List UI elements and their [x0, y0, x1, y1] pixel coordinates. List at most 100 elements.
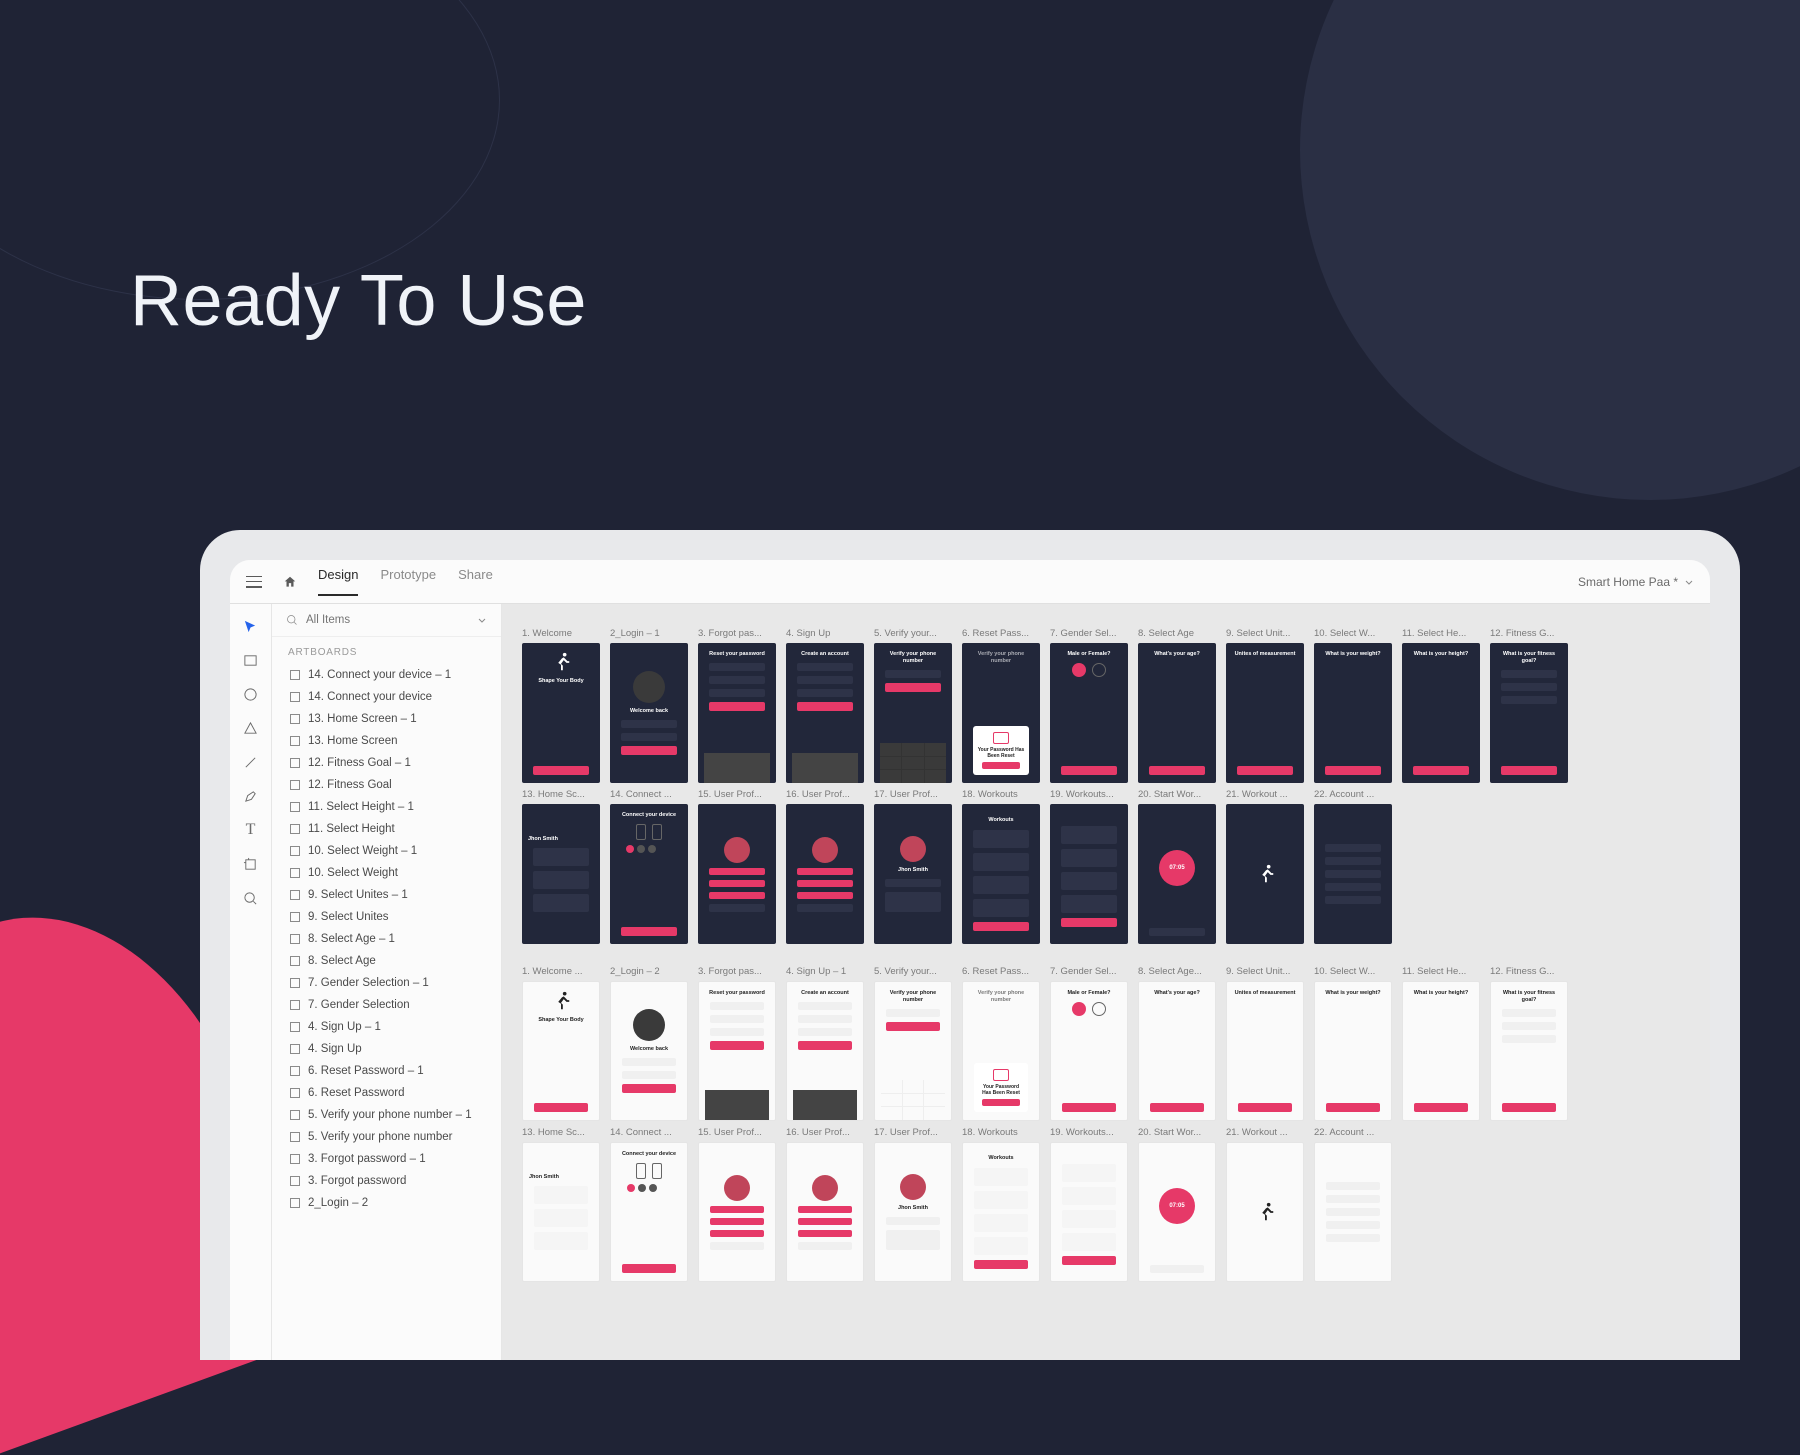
artboard-thumb[interactable]: Connect your device: [610, 804, 688, 944]
artboard-thumb[interactable]: Shape Your Body: [522, 981, 600, 1121]
artboard-layer-item[interactable]: 5. Verify your phone number: [272, 1126, 501, 1148]
artboard-layer-item[interactable]: 4. Sign Up: [272, 1038, 501, 1060]
artboard-thumb[interactable]: Jhon Smith: [522, 804, 600, 944]
artboard-item[interactable]: 9. Select Unit...Unites of measurement: [1226, 628, 1304, 783]
tab-prototype[interactable]: Prototype: [380, 567, 436, 596]
artboard-layer-item[interactable]: 12. Fitness Goal: [272, 774, 501, 796]
artboard-thumb[interactable]: What is your height?: [1402, 643, 1480, 783]
artboard-item[interactable]: 1. WelcomeShape Your Body: [522, 628, 600, 783]
artboard-layer-item[interactable]: 6. Reset Password – 1: [272, 1060, 501, 1082]
artboard-thumb[interactable]: [1050, 804, 1128, 944]
artboard-thumb[interactable]: Reset your password: [698, 981, 776, 1121]
artboard-thumb[interactable]: [1226, 1142, 1304, 1282]
artboard-thumb[interactable]: Male or Female?: [1050, 643, 1128, 783]
artboard-layer-item[interactable]: 7. Gender Selection: [272, 994, 501, 1016]
tab-share[interactable]: Share: [458, 567, 493, 596]
pen-tool-icon[interactable]: [243, 788, 259, 804]
artboard-item[interactable]: 1. Welcome ...Shape Your Body: [522, 966, 600, 1121]
artboard-thumb[interactable]: Verify your phone numberYour Password Ha…: [962, 981, 1040, 1121]
artboard-layer-item[interactable]: 8. Select Age – 1: [272, 928, 501, 950]
artboard-thumb[interactable]: Shape Your Body: [522, 643, 600, 783]
artboard-thumb[interactable]: What is your fitness goal?: [1490, 643, 1568, 783]
artboard-item[interactable]: 7. Gender Sel...Male or Female?: [1050, 628, 1128, 783]
artboard-item[interactable]: 13. Home Sc...Jhon Smith: [522, 789, 600, 944]
artboard-item[interactable]: 15. User Prof...: [698, 1127, 776, 1282]
artboard-layer-item[interactable]: 6. Reset Password: [272, 1082, 501, 1104]
home-icon[interactable]: [282, 575, 298, 589]
artboard-item[interactable]: 3. Forgot pas...Reset your password: [698, 966, 776, 1121]
artboard-item[interactable]: 14. Connect ...Connect your device: [610, 1127, 688, 1282]
artboard-thumb[interactable]: What is your height?: [1402, 981, 1480, 1121]
artboard-tool-icon[interactable]: [243, 856, 259, 872]
artboard-thumb[interactable]: What's your age?: [1138, 643, 1216, 783]
artboard-item[interactable]: 16. User Prof...: [786, 1127, 864, 1282]
layers-search-input[interactable]: [306, 614, 469, 626]
artboard-thumb[interactable]: Unites of measurement: [1226, 981, 1304, 1121]
artboard-layer-item[interactable]: 4. Sign Up – 1: [272, 1016, 501, 1038]
polygon-tool-icon[interactable]: [243, 720, 259, 736]
artboard-item[interactable]: 10. Select W...What is your weight?: [1314, 966, 1392, 1121]
artboard-thumb[interactable]: [698, 1142, 776, 1282]
artboard-item[interactable]: 10. Select W...What is your weight?: [1314, 628, 1392, 783]
artboard-layer-item[interactable]: 10. Select Weight: [272, 862, 501, 884]
artboard-item[interactable]: 22. Account ...: [1314, 1127, 1392, 1282]
artboard-item[interactable]: 18. WorkoutsWorkouts: [962, 1127, 1040, 1282]
artboard-layer-item[interactable]: 12. Fitness Goal – 1: [272, 752, 501, 774]
artboard-layer-item[interactable]: 7. Gender Selection – 1: [272, 972, 501, 994]
artboard-item[interactable]: 22. Account ...: [1314, 789, 1392, 944]
artboard-thumb[interactable]: Verify your phone numberYour Password Ha…: [962, 643, 1040, 783]
artboard-thumb[interactable]: Workouts: [962, 804, 1040, 944]
artboard-layer-item[interactable]: 10. Select Weight – 1: [272, 840, 501, 862]
artboard-item[interactable]: 2_Login – 2Welcome back: [610, 966, 688, 1121]
artboard-layer-item[interactable]: 14. Connect your device – 1: [272, 664, 501, 686]
artboard-thumb[interactable]: What is your fitness goal?: [1490, 981, 1568, 1121]
artboard-thumb[interactable]: Create an account: [786, 981, 864, 1121]
artboard-item[interactable]: 19. Workouts...: [1050, 1127, 1128, 1282]
artboard-thumb[interactable]: Jhon Smith: [522, 1142, 600, 1282]
artboard-layer-item[interactable]: 14. Connect your device: [272, 686, 501, 708]
artboard-item[interactable]: 8. Select Age...What's your age?: [1138, 966, 1216, 1121]
artboard-item[interactable]: 6. Reset Pass...Verify your phone number…: [962, 966, 1040, 1121]
artboard-thumb[interactable]: Welcome back: [610, 981, 688, 1121]
artboard-thumb[interactable]: [786, 804, 864, 944]
artboard-layer-item[interactable]: 11. Select Height: [272, 818, 501, 840]
artboard-layer-item[interactable]: 2_Login – 2: [272, 1192, 501, 1214]
artboard-item[interactable]: 9. Select Unit...Unites of measurement: [1226, 966, 1304, 1121]
artboard-layer-item[interactable]: 13. Home Screen: [272, 730, 501, 752]
artboard-item[interactable]: 12. Fitness G...What is your fitness goa…: [1490, 966, 1568, 1121]
artboard-item[interactable]: 4. Sign Up – 1Create an account: [786, 966, 864, 1121]
rectangle-tool-icon[interactable]: [243, 652, 259, 668]
artboard-item[interactable]: 5. Verify your...Verify your phone numbe…: [874, 628, 952, 783]
artboard-item[interactable]: 8. Select AgeWhat's your age?: [1138, 628, 1216, 783]
artboard-item[interactable]: 17. User Prof...Jhon Smith: [874, 789, 952, 944]
artboard-layer-item[interactable]: 3. Forgot password: [272, 1170, 501, 1192]
artboard-thumb[interactable]: Verify your phone number: [874, 643, 952, 783]
artboard-layer-item[interactable]: 13. Home Screen – 1: [272, 708, 501, 730]
artboard-thumb[interactable]: Welcome back: [610, 643, 688, 783]
artboard-item[interactable]: 7. Gender Sel...Male or Female?: [1050, 966, 1128, 1121]
artboard-item[interactable]: 11. Select He...What is your height?: [1402, 966, 1480, 1121]
artboard-thumb[interactable]: Workouts: [962, 1142, 1040, 1282]
artboard-item[interactable]: 21. Workout ...: [1226, 1127, 1304, 1282]
artboard-item[interactable]: 20. Start Wor...07:05: [1138, 789, 1216, 944]
text-tool-icon[interactable]: T: [243, 822, 259, 838]
artboard-thumb[interactable]: [1314, 804, 1392, 944]
artboard-thumb[interactable]: Unites of measurement: [1226, 643, 1304, 783]
line-tool-icon[interactable]: [243, 754, 259, 770]
document-title[interactable]: Smart Home Paa *: [1578, 575, 1694, 589]
artboard-thumb[interactable]: [786, 1142, 864, 1282]
canvas[interactable]: 1. WelcomeShape Your Body2_Login – 1Welc…: [502, 604, 1710, 1360]
artboard-item[interactable]: 20. Start Wor...07:05: [1138, 1127, 1216, 1282]
artboard-item[interactable]: 3. Forgot pas...Reset your password: [698, 628, 776, 783]
artboard-layer-item[interactable]: 11. Select Height – 1: [272, 796, 501, 818]
artboard-layer-item[interactable]: 5. Verify your phone number – 1: [272, 1104, 501, 1126]
artboard-thumb[interactable]: Reset your password: [698, 643, 776, 783]
select-tool-icon[interactable]: [243, 618, 259, 634]
artboard-thumb[interactable]: Male or Female?: [1050, 981, 1128, 1121]
artboard-item[interactable]: 16. User Prof...: [786, 789, 864, 944]
artboard-item[interactable]: 2_Login – 1Welcome back: [610, 628, 688, 783]
artboard-thumb[interactable]: 07:05: [1138, 1142, 1216, 1282]
artboard-item[interactable]: 13. Home Sc...Jhon Smith: [522, 1127, 600, 1282]
artboard-item[interactable]: 12. Fitness G...What is your fitness goa…: [1490, 628, 1568, 783]
artboard-thumb[interactable]: Jhon Smith: [874, 804, 952, 944]
